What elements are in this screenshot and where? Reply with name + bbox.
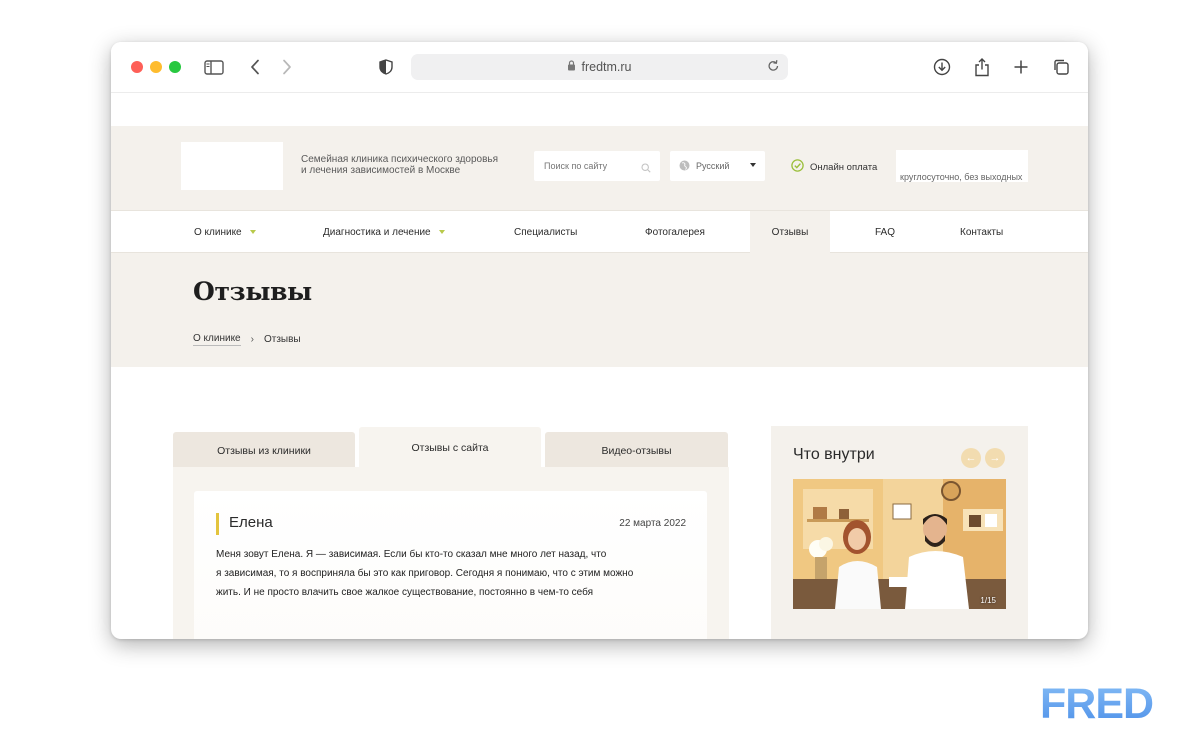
browser-window: fredtm.ru Семейная клиника психического … — [111, 42, 1088, 639]
gallery-title: Что внутри — [793, 446, 875, 463]
breadcrumb: О клинике › Отзывы — [193, 333, 301, 346]
chevron-down-icon — [750, 163, 756, 167]
review-name-accent — [216, 513, 219, 535]
nav-item-faq[interactable]: FAQ — [875, 211, 895, 253]
review-text-line: Меня зовут Елена. Я — зависимая. Если бы… — [216, 549, 607, 560]
nav-item-label: Контакты — [960, 226, 1004, 238]
inside-gallery-widget: Что внутри ← → 1/15 — [771, 426, 1028, 639]
tab-label: Видео-отзывы — [601, 444, 672, 457]
minimize-window-button[interactable] — [150, 61, 162, 73]
nav-item-label: FAQ — [875, 226, 896, 238]
site-tagline: Семейная клиника психического здоровья и… — [301, 154, 511, 176]
nav-item-label: Фотогалерея — [645, 226, 705, 238]
lock-icon — [567, 60, 576, 74]
chevron-down-icon — [438, 230, 445, 234]
nav-item-about[interactable]: О клинике — [194, 211, 256, 253]
nav-item-gallery[interactable]: Фотогалерея — [645, 211, 705, 253]
tab-label: Отзывы с сайта — [411, 442, 489, 454]
gallery-prev-button[interactable]: ← — [961, 448, 981, 468]
arrow-left-icon: ← — [965, 452, 977, 464]
privacy-shield-icon[interactable] — [375, 56, 397, 78]
sidebar-toggle-icon[interactable] — [203, 56, 225, 78]
reviews-tabs: Отзывы из клиники Отзывы с сайта Видео-о… — [173, 427, 729, 469]
page-title: Отзывы — [193, 277, 312, 306]
reload-icon[interactable] — [767, 59, 780, 76]
back-icon[interactable] — [244, 56, 266, 78]
arrow-right-icon: → — [989, 452, 1001, 464]
site-header: Семейная клиника психического здоровья и… — [111, 126, 1088, 210]
close-window-button[interactable] — [131, 61, 143, 73]
web-page: Семейная клиника психического здоровья и… — [111, 93, 1088, 639]
forward-icon[interactable] — [276, 56, 298, 78]
new-tab-icon[interactable] — [1010, 56, 1032, 78]
nav-item-diagnostics[interactable]: Диагностика и лечение — [323, 211, 445, 253]
downloads-icon[interactable] — [931, 56, 953, 78]
nav-item-specialists[interactable]: Специалисты — [514, 211, 577, 253]
nav-item-label: Отзывы — [771, 226, 809, 238]
online-payment-label: Онлайн оплата — [810, 161, 878, 173]
gallery-counter: 1/15 — [980, 596, 996, 605]
language-select[interactable]: Русский — [670, 151, 765, 181]
share-icon[interactable] — [971, 56, 993, 78]
tagline-line-2: и лечения зависимостей в Москве — [301, 165, 461, 176]
tab-site-reviews[interactable]: Отзывы с сайта — [359, 427, 541, 469]
nav-item-label: Диагностика и лечение — [323, 226, 431, 238]
language-label: Русский — [696, 161, 730, 171]
tab-label: Отзывы из клиники — [217, 444, 311, 457]
review-text-line: жить. И не просто влачить свое жалкое су… — [216, 587, 594, 598]
address-bar[interactable]: fredtm.ru — [411, 54, 788, 80]
tab-video-reviews[interactable]: Видео-отзывы — [545, 432, 728, 469]
review-text-line: я зависимая, то я восприняла бы это как … — [216, 568, 634, 579]
working-hours: круглосуточно, без выходных — [900, 172, 1023, 182]
online-payment-link[interactable]: Онлайн оплата — [791, 159, 877, 175]
main-navigation: О клинике Диагностика и лечение Специали… — [111, 210, 1088, 253]
review-date: 22 марта 2022 — [619, 518, 686, 529]
gallery-photo[interactable]: 1/15 — [793, 479, 1006, 609]
browser-toolbar: fredtm.ru — [111, 42, 1088, 93]
review-text: Меня зовут Елена. Я — зависимая. Если бы… — [216, 545, 686, 602]
review-card: Елена 22 марта 2022 Меня зовут Елена. Я … — [194, 491, 707, 639]
clinic-doctors-photo — [793, 479, 1006, 609]
chevron-right-icon: › — [250, 334, 254, 345]
nav-item-label: Специалисты — [514, 226, 578, 238]
nav-item-reviews[interactable]: Отзывы — [750, 211, 830, 253]
gallery-next-button[interactable]: → — [985, 448, 1005, 468]
review-author: Елена — [229, 514, 273, 531]
address-url: fredtm.ru — [581, 60, 632, 74]
chevron-down-icon — [249, 230, 256, 234]
site-logo[interactable] — [181, 142, 283, 190]
reviews-panel: Елена 22 марта 2022 Меня зовут Елена. Я … — [173, 467, 729, 639]
zoom-window-button[interactable] — [169, 61, 181, 73]
search-icon[interactable] — [641, 160, 651, 178]
breadcrumb-link-about[interactable]: О клинике — [193, 333, 241, 346]
tab-overview-icon[interactable] — [1050, 56, 1072, 78]
fred-logo-watermark: FRED — [1040, 683, 1154, 726]
breadcrumb-current: Отзывы — [263, 334, 301, 345]
check-circle-icon — [791, 159, 804, 175]
watermark-text: FRED — [1040, 680, 1154, 728]
page-title-bar: Отзывы О клинике › Отзывы — [111, 253, 1088, 367]
nav-item-contacts[interactable]: Контакты — [960, 211, 1003, 253]
tab-clinic-reviews[interactable]: Отзывы из клиники — [173, 432, 355, 469]
tagline-line-1: Семейная клиника психического здоровья — [301, 154, 499, 165]
globe-icon — [679, 160, 690, 173]
nav-item-label: О клинике — [194, 226, 242, 238]
